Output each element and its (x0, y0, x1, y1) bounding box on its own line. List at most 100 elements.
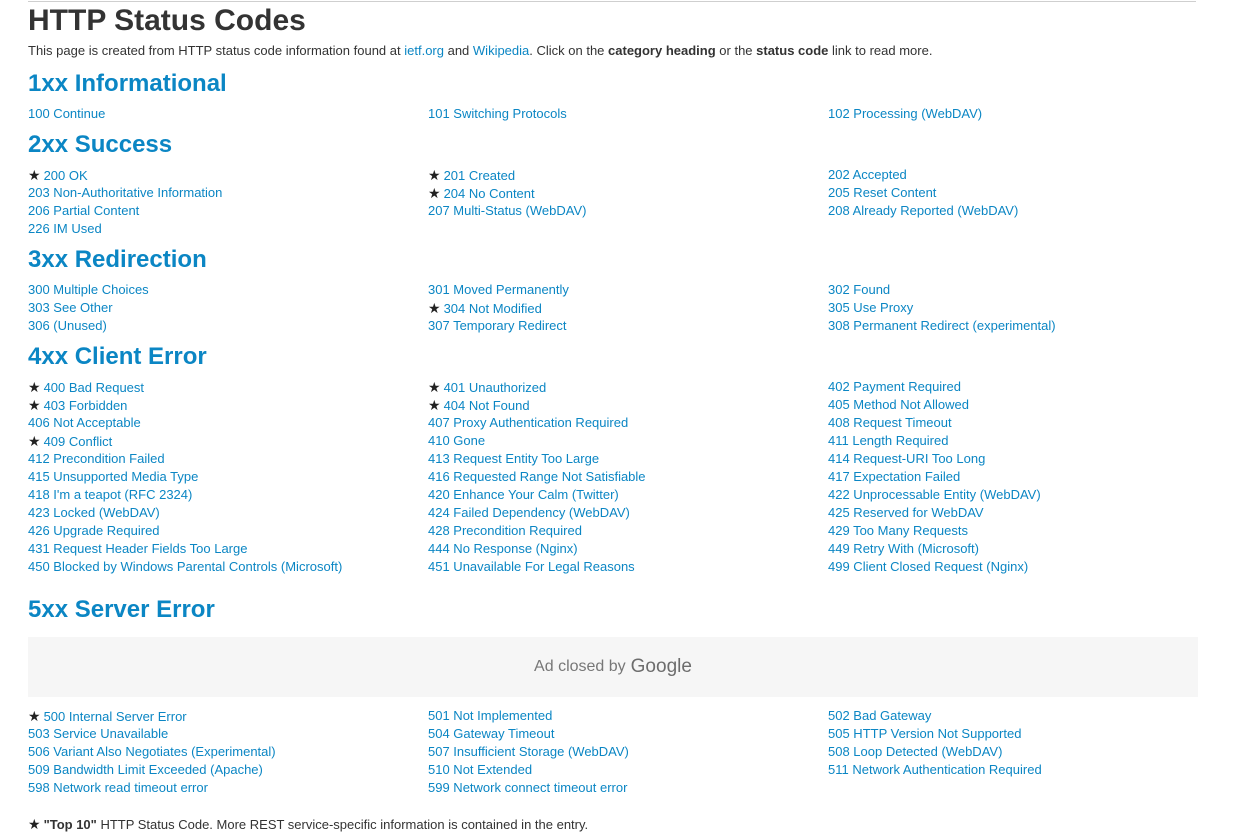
status-code-link[interactable]: 428 Precondition Required (428, 523, 582, 538)
status-code-link[interactable]: 200 OK (44, 168, 88, 183)
status-code-link[interactable]: 505 HTTP Version Not Supported (828, 726, 1021, 741)
status-code-link[interactable]: 308 Permanent Redirect (experimental) (828, 318, 1056, 333)
status-code-link[interactable]: 420 Enhance Your Calm (Twitter) (428, 487, 619, 502)
status-code-item: 412 Precondition Failed (28, 450, 428, 468)
status-code-link[interactable]: 402 Payment Required (828, 379, 961, 394)
category-section-2xx: 2xx Success (28, 131, 1228, 162)
status-code-link[interactable]: 502 Bad Gateway (828, 708, 931, 723)
status-code-link[interactable]: 598 Network read timeout error (28, 780, 208, 795)
status-code-item: 411 Length Required (828, 432, 1228, 450)
ad-closed-banner: Ad closed by Google (28, 637, 1198, 697)
status-code-link[interactable]: 403 Forbidden (44, 398, 128, 413)
status-code-link[interactable]: 207 Multi-Status (WebDAV) (428, 203, 586, 218)
status-code-link[interactable]: 101 Switching Protocols (428, 106, 567, 121)
status-code-item: 424 Failed Dependency (WebDAV) (428, 504, 828, 522)
intro-bold-category: category heading (608, 43, 716, 58)
status-code-link[interactable]: 422 Unprocessable Entity (WebDAV) (828, 487, 1041, 502)
status-code-link[interactable]: 431 Request Header Fields Too Large (28, 541, 247, 556)
ietf-link[interactable]: ietf.org (404, 43, 444, 58)
star-icon: ★ (428, 379, 441, 395)
status-code-link[interactable]: 102 Processing (WebDAV) (828, 106, 982, 121)
status-code-link[interactable]: 226 IM Used (28, 221, 102, 236)
category-heading-2xx[interactable]: 2xx Success (28, 131, 172, 159)
status-code-link[interactable]: 204 No Content (444, 186, 535, 201)
status-code-item: 599 Network connect timeout error (428, 779, 828, 797)
status-code-link[interactable]: 406 Not Acceptable (28, 415, 141, 430)
status-code-link[interactable]: 426 Upgrade Required (28, 523, 160, 538)
status-code-link[interactable]: 411 Length Required (828, 433, 948, 448)
status-code-link[interactable]: 409 Conflict (44, 434, 113, 449)
status-code-item: 205 Reset Content (828, 184, 1228, 202)
status-code-link[interactable]: 507 Insufficient Storage (WebDAV) (428, 744, 629, 759)
status-code-link[interactable]: 306 (Unused) (28, 318, 107, 333)
status-code-link[interactable]: 416 Requested Range Not Satisfiable (428, 469, 646, 484)
category-heading-3xx[interactable]: 3xx Redirection (28, 246, 207, 274)
status-code-link[interactable]: 500 Internal Server Error (44, 709, 187, 724)
status-code-link[interactable]: 413 Request Entity Too Large (428, 451, 599, 466)
status-code-item: 402 Payment Required (828, 378, 1228, 396)
status-code-item: 423 Locked (WebDAV) (28, 504, 428, 522)
star-icon: ★ (28, 708, 41, 724)
star-icon: ★ (428, 185, 441, 201)
code-grid-1xx: 100 Continue 101 Switching Protocols 102 P… (28, 105, 1228, 123)
status-code-link[interactable]: 509 Bandwidth Limit Exceeded (Apache) (28, 762, 263, 777)
status-code-link[interactable]: 305 Use Proxy (828, 300, 913, 315)
status-code-link[interactable]: 501 Not Implemented (428, 708, 552, 723)
status-code-link[interactable]: 307 Temporary Redirect (428, 318, 567, 333)
status-code-link[interactable]: 304 Not Modified (444, 301, 542, 316)
status-code-link[interactable]: 425 Reserved for WebDAV (828, 505, 984, 520)
status-code-item: 308 Permanent Redirect (experimental) (828, 317, 1228, 335)
status-code-link[interactable]: 508 Loop Detected (WebDAV) (828, 744, 1002, 759)
status-code-link[interactable]: 208 Already Reported (WebDAV) (828, 203, 1018, 218)
status-code-item: 508 Loop Detected (WebDAV) (828, 743, 1228, 761)
status-code-item: 507 Insufficient Storage (WebDAV) (428, 743, 828, 761)
status-code-link[interactable]: 499 Client Closed Request (Nginx) (828, 559, 1028, 574)
status-code-item: ★ 201 Created (428, 166, 828, 184)
status-code-link[interactable]: 202 Accepted (828, 167, 907, 182)
status-code-link[interactable]: 414 Request-URI Too Long (828, 451, 985, 466)
status-code-link[interactable]: 429 Too Many Requests (828, 523, 968, 538)
intro-text: or the (715, 43, 757, 58)
status-code-link[interactable]: 424 Failed Dependency (WebDAV) (428, 505, 630, 520)
status-code-link[interactable]: 400 Bad Request (44, 380, 144, 395)
status-code-item: 307 Temporary Redirect (428, 317, 828, 335)
status-code-link[interactable]: 206 Partial Content (28, 203, 139, 218)
status-code-item: 207 Multi-Status (WebDAV) (428, 202, 828, 220)
status-code-link[interactable]: 504 Gateway Timeout (428, 726, 554, 741)
status-code-link[interactable]: 407 Proxy Authentication Required (428, 415, 628, 430)
category-heading-4xx[interactable]: 4xx Client Error (28, 343, 207, 371)
status-code-link[interactable]: 599 Network connect timeout error (428, 780, 627, 795)
wikipedia-link[interactable]: Wikipedia (473, 43, 529, 58)
status-code-link[interactable]: 506 Variant Also Negotiates (Experimenta… (28, 744, 276, 759)
status-code-link[interactable]: 415 Unsupported Media Type (28, 469, 198, 484)
status-code-link[interactable]: 450 Blocked by Windows Parental Controls… (28, 559, 342, 574)
status-code-link[interactable]: 503 Service Unavailable (28, 726, 168, 741)
status-code-link[interactable]: 412 Precondition Failed (28, 451, 165, 466)
status-code-link[interactable]: 408 Request Timeout (828, 415, 952, 430)
status-code-link[interactable]: 303 See Other (28, 300, 113, 315)
status-code-link[interactable]: 401 Unauthorized (444, 380, 547, 395)
status-code-item: 422 Unprocessable Entity (WebDAV) (828, 486, 1228, 504)
status-code-link[interactable]: 410 Gone (428, 433, 485, 448)
status-code-link[interactable]: 201 Created (444, 168, 516, 183)
status-code-link[interactable]: 417 Expectation Failed (828, 469, 960, 484)
category-heading-1xx[interactable]: 1xx Informational (28, 70, 227, 98)
status-code-link[interactable]: 444 No Response (Nginx) (428, 541, 578, 556)
status-code-item: 450 Blocked by Windows Parental Controls… (28, 558, 428, 576)
status-code-link[interactable]: 511 Network Authentication Required (828, 762, 1042, 777)
status-code-link[interactable]: 301 Moved Permanently (428, 282, 569, 297)
status-code-link[interactable]: 205 Reset Content (828, 185, 936, 200)
status-code-link[interactable]: 423 Locked (WebDAV) (28, 505, 160, 520)
status-code-link[interactable]: 418 I'm a teapot (RFC 2324) (28, 487, 192, 502)
category-heading-5xx[interactable]: 5xx Server Error (28, 596, 215, 624)
status-code-link[interactable]: 451 Unavailable For Legal Reasons (428, 559, 635, 574)
status-code-link[interactable]: 510 Not Extended (428, 762, 532, 777)
status-code-link[interactable]: 100 Continue (28, 106, 105, 121)
status-code-link[interactable]: 449 Retry With (Microsoft) (828, 541, 979, 556)
status-code-link[interactable]: 300 Multiple Choices (28, 282, 149, 297)
star-icon: ★ (28, 167, 41, 183)
status-code-link[interactable]: 404 Not Found (444, 398, 530, 413)
status-code-link[interactable]: 405 Method Not Allowed (828, 397, 969, 412)
status-code-link[interactable]: 203 Non-Authoritative Information (28, 185, 222, 200)
status-code-link[interactable]: 302 Found (828, 282, 890, 297)
